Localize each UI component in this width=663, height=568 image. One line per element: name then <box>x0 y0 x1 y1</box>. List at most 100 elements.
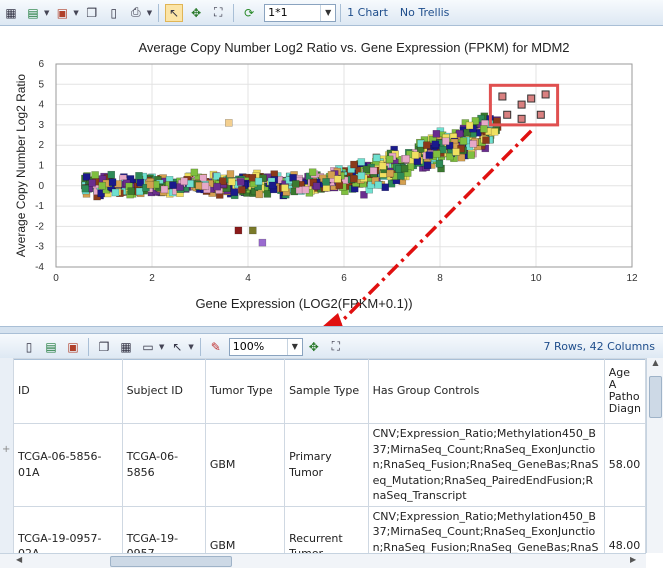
data-point <box>268 181 277 190</box>
data-point <box>237 178 245 186</box>
table-cell[interactable]: GBM <box>204 505 286 553</box>
excel-export-icon[interactable]: ▤ <box>24 4 42 22</box>
x-tick-label: 8 <box>437 273 443 284</box>
table-cell[interactable]: TCGA-06-5856 <box>121 423 206 507</box>
scroll-thumb[interactable] <box>649 376 662 418</box>
column-header[interactable]: Sample Type <box>284 358 369 424</box>
data-point <box>400 164 409 173</box>
scroll-up-icon[interactable]: ▲ <box>647 358 663 372</box>
paste-icon[interactable]: ▭ <box>139 338 157 356</box>
highlighted-point <box>503 110 512 119</box>
chart-area[interactable]: Average Copy Number Log2 Ratio vs. Gene … <box>0 27 663 327</box>
data-point <box>108 178 117 186</box>
copy-icon[interactable]: ❐ <box>83 4 101 22</box>
data-point <box>190 168 199 177</box>
data-point <box>135 172 143 180</box>
scroll-left-icon[interactable]: ◀ <box>16 555 22 564</box>
table-cell[interactable]: Primary Tumor <box>284 423 369 507</box>
data-point <box>423 161 432 170</box>
scroll-thumb[interactable] <box>110 556 232 567</box>
data-point <box>425 151 434 159</box>
data-point <box>357 172 366 180</box>
y-tick-label: 3 <box>38 120 44 131</box>
data-point <box>201 182 210 190</box>
data-point <box>411 151 420 159</box>
fit-icon[interactable]: ⛶ <box>209 4 227 22</box>
trellis-link[interactable]: No Trellis <box>400 6 450 19</box>
expand-icon[interactable]: + <box>2 444 10 455</box>
column-header[interactable]: Age A Patho Diagn <box>603 358 646 424</box>
data-point <box>91 171 99 179</box>
chevron-down-icon[interactable]: ▼ <box>188 343 193 351</box>
row-header-strip[interactable]: + <box>0 358 14 553</box>
table-cell[interactable]: Recurrent Tumor <box>284 505 369 553</box>
table-cell[interactable]: 48.00 <box>603 505 646 553</box>
print-icon[interactable]: ⎙ <box>127 4 145 22</box>
horizontal-scrollbar[interactable]: ◀ ▶ <box>0 553 646 568</box>
copy-icon[interactable]: ❐ <box>95 338 113 356</box>
column-header[interactable]: Subject ID <box>121 358 206 424</box>
pointer-icon[interactable]: ↖ <box>165 3 184 22</box>
data-point <box>226 170 235 178</box>
y-tick-label: -3 <box>35 242 44 253</box>
data-point <box>81 184 90 193</box>
column-header[interactable]: Has Group Controls <box>367 358 605 424</box>
grid-icon[interactable]: ▦ <box>2 4 20 22</box>
data-point <box>111 188 120 197</box>
panel-splitter[interactable] <box>0 326 663 334</box>
table-cell[interactable]: 58.00 <box>603 423 646 507</box>
chevron-down-icon[interactable]: ▼ <box>320 4 335 21</box>
data-point <box>249 226 257 235</box>
data-point <box>327 171 336 179</box>
table-row[interactable]: TCGA-19-0957-02A TCGA-19-0957 GBM Recurr… <box>13 505 646 553</box>
chevron-down-icon[interactable]: ▼ <box>73 9 78 17</box>
scatter-chart[interactable]: Average Copy Number Log2 Ratio vs. Gene … <box>0 27 663 327</box>
x-tick-label: 10 <box>530 273 542 284</box>
data-point <box>350 160 358 169</box>
table-cell[interactable]: GBM <box>204 423 286 507</box>
data-point <box>98 181 106 190</box>
page-icon[interactable]: ▯ <box>105 4 123 22</box>
refresh-icon[interactable]: ⟳ <box>240 4 258 22</box>
chevron-down-icon[interactable]: ▼ <box>159 343 164 351</box>
export-icon[interactable]: ▣ <box>53 4 71 22</box>
fit-icon[interactable]: ⛶ <box>327 338 345 356</box>
data-point <box>258 238 267 247</box>
chart-count-link[interactable]: 1 Chart <box>347 6 388 19</box>
chevron-down-icon[interactable]: ▼ <box>44 9 49 17</box>
document-icon[interactable]: ▯ <box>20 338 38 356</box>
zoom-icon[interactable]: ✥ <box>305 338 323 356</box>
chevron-down-icon[interactable]: ▼ <box>286 338 302 355</box>
data-point <box>228 178 236 186</box>
table-row[interactable]: TCGA-06-5856-01A TCGA-06-5856 GBM Primar… <box>13 423 646 507</box>
y-tick-label: -2 <box>35 221 44 232</box>
data-point <box>357 158 366 166</box>
pointer-icon[interactable]: ↖ <box>168 338 186 356</box>
column-header[interactable]: Tumor Type <box>204 358 286 424</box>
eraser-icon[interactable]: ✎ <box>207 338 225 356</box>
export-icon[interactable]: ▣ <box>64 338 82 356</box>
excel-export-icon[interactable]: ▤ <box>42 338 60 356</box>
scroll-right-icon[interactable]: ▶ <box>630 555 636 564</box>
table-cell[interactable]: CNV;Expression_Ratio;Methylation450_B37;… <box>367 505 605 553</box>
table-cell[interactable]: CNV;Expression_Ratio;Methylation450_B37;… <box>367 423 605 507</box>
table-zoom-combo[interactable]: 100% ▼ <box>228 337 303 356</box>
chevron-down-icon[interactable]: ▼ <box>147 9 152 17</box>
vertical-scrollbar[interactable]: ▲ <box>646 358 663 553</box>
data-point <box>459 137 468 145</box>
data-point <box>281 184 289 192</box>
table-header-row: ID Subject ID Tumor Type Sample Type Has… <box>13 358 646 424</box>
column-header[interactable]: ID <box>13 358 123 424</box>
data-point <box>452 148 460 156</box>
data-point <box>248 174 257 182</box>
highlighted-point <box>527 94 536 103</box>
data-point <box>378 162 387 170</box>
table-icon[interactable]: ▦ <box>117 338 135 356</box>
data-point <box>263 190 272 198</box>
table-zoom-value: 100% <box>232 340 265 353</box>
table-cell[interactable]: TCGA-19-0957 <box>121 505 206 553</box>
table-cell[interactable]: TCGA-19-0957-02A <box>13 505 123 553</box>
layout-combo[interactable]: 1*1 ▼ <box>264 3 337 22</box>
table-cell[interactable]: TCGA-06-5856-01A <box>13 423 123 507</box>
zoom-icon[interactable]: ✥ <box>187 4 205 22</box>
